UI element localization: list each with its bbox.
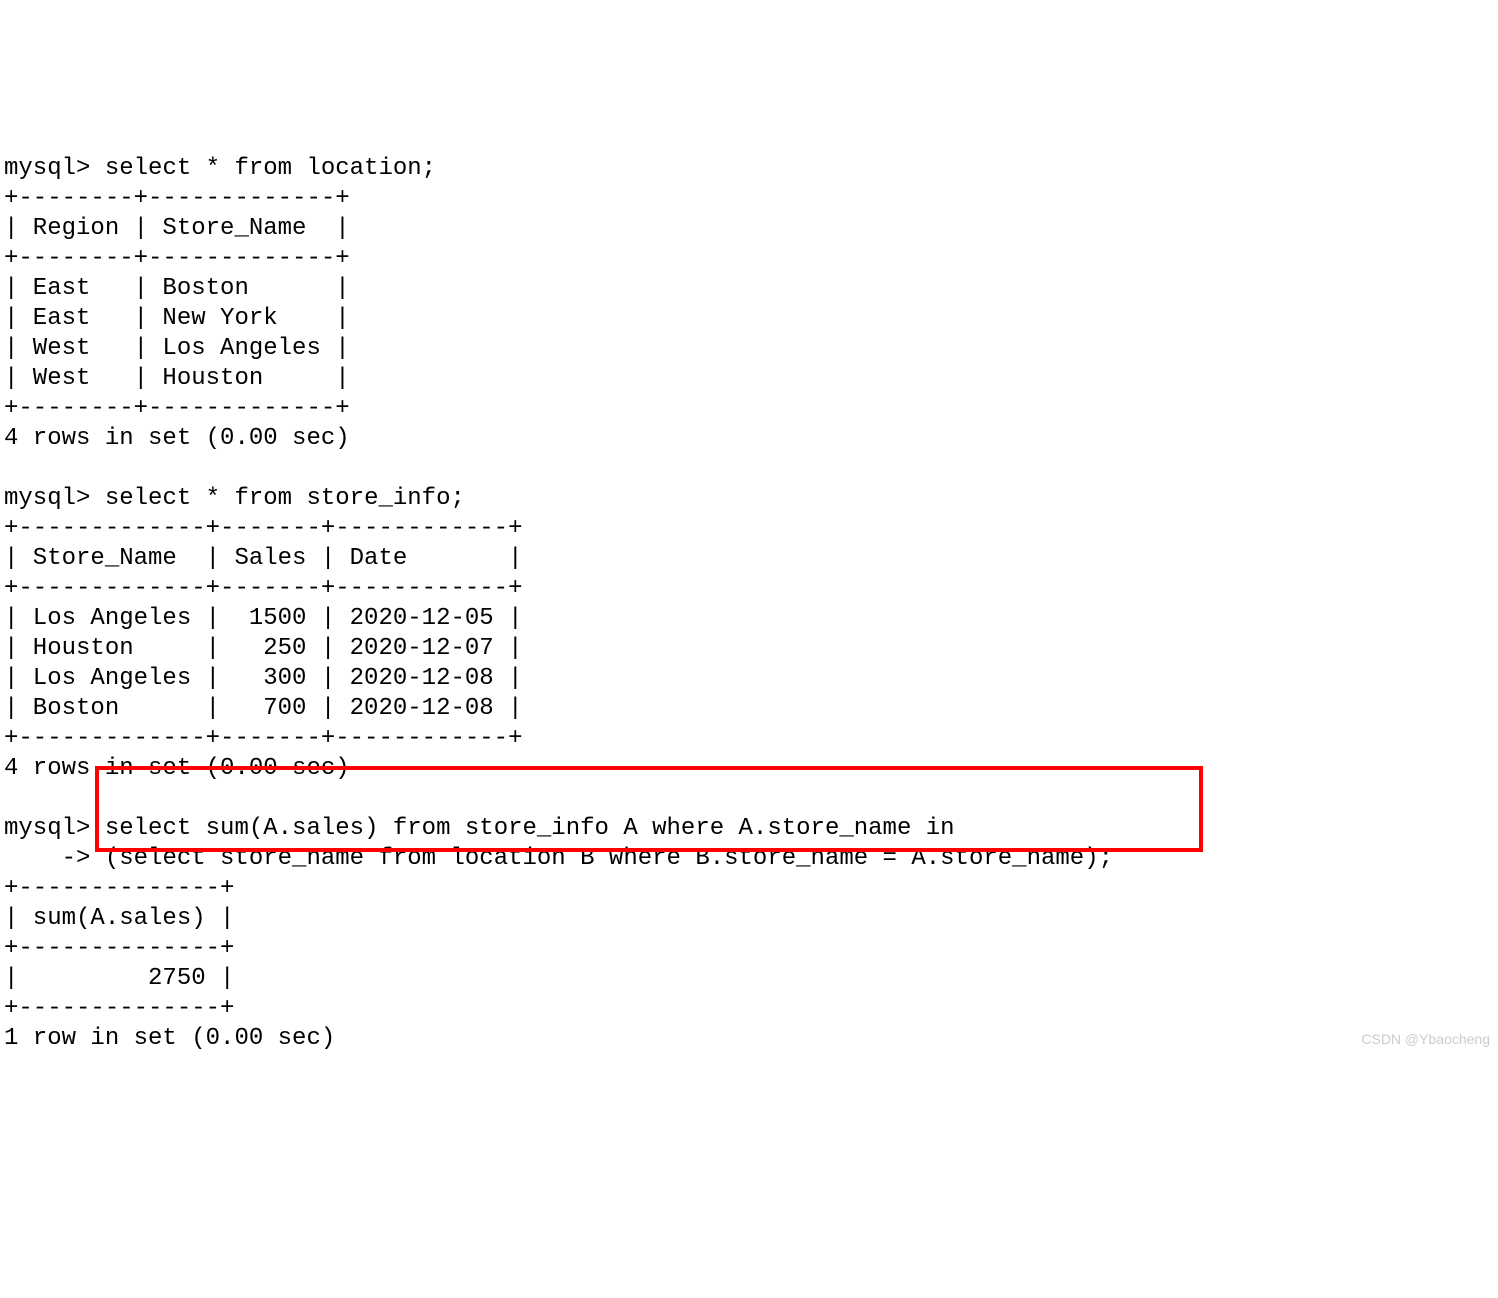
table2-row: | Boston | 700 | 2020-12-08 | [4, 695, 522, 722]
table3-border: +--------------+ [4, 935, 234, 962]
sql-query-1: select * from location; [105, 155, 436, 182]
table1-border: +--------+-------------+ [4, 395, 350, 422]
table3-header: | sum(A.sales) | [4, 905, 234, 932]
sql-query-2: select * from store_info; [105, 485, 465, 512]
table2-border: +-------------+-------+------------+ [4, 575, 522, 602]
table1-row: | West | Houston | [4, 365, 350, 392]
table1-row: | West | Los Angeles | [4, 335, 350, 362]
prompt: mysql> [4, 155, 105, 182]
table1-footer: 4 rows in set (0.00 sec) [4, 425, 350, 452]
watermark: CSDN @Ybaocheng [1361, 1031, 1490, 1049]
table2-row: | Los Angeles | 300 | 2020-12-08 | [4, 665, 522, 692]
table1-row: | East | Boston | [4, 275, 350, 302]
table1-header: | Region | Store_Name | [4, 215, 350, 242]
table2-row: | Los Angeles | 1500 | 2020-12-05 | [4, 605, 522, 632]
table2-border: +-------------+-------+------------+ [4, 725, 522, 752]
table3-footer: 1 row in set (0.00 sec) [4, 1025, 335, 1052]
table2-header: | Store_Name | Sales | Date | [4, 545, 522, 572]
sql-query-3-line1: select sum(A.sales) from store_info A wh… [105, 815, 955, 842]
table3-border: +--------------+ [4, 995, 234, 1022]
mysql-terminal: mysql> select * from location; +--------… [4, 124, 1494, 1084]
table2-footer: 4 rows in set (0.00 sec) [4, 755, 350, 782]
sql-query-3-line2: (select store_name from location B where… [105, 845, 1113, 872]
prompt: mysql> [4, 815, 105, 842]
table1-border: +--------+-------------+ [4, 245, 350, 272]
prompt-continuation: -> [4, 845, 105, 872]
table2-border: +-------------+-------+------------+ [4, 515, 522, 542]
table3-row: | 2750 | [4, 965, 234, 992]
table1-border: +--------+-------------+ [4, 185, 350, 212]
table3-border: +--------------+ [4, 875, 234, 902]
prompt: mysql> [4, 485, 105, 512]
table2-row: | Houston | 250 | 2020-12-07 | [4, 635, 522, 662]
table1-row: | East | New York | [4, 305, 350, 332]
